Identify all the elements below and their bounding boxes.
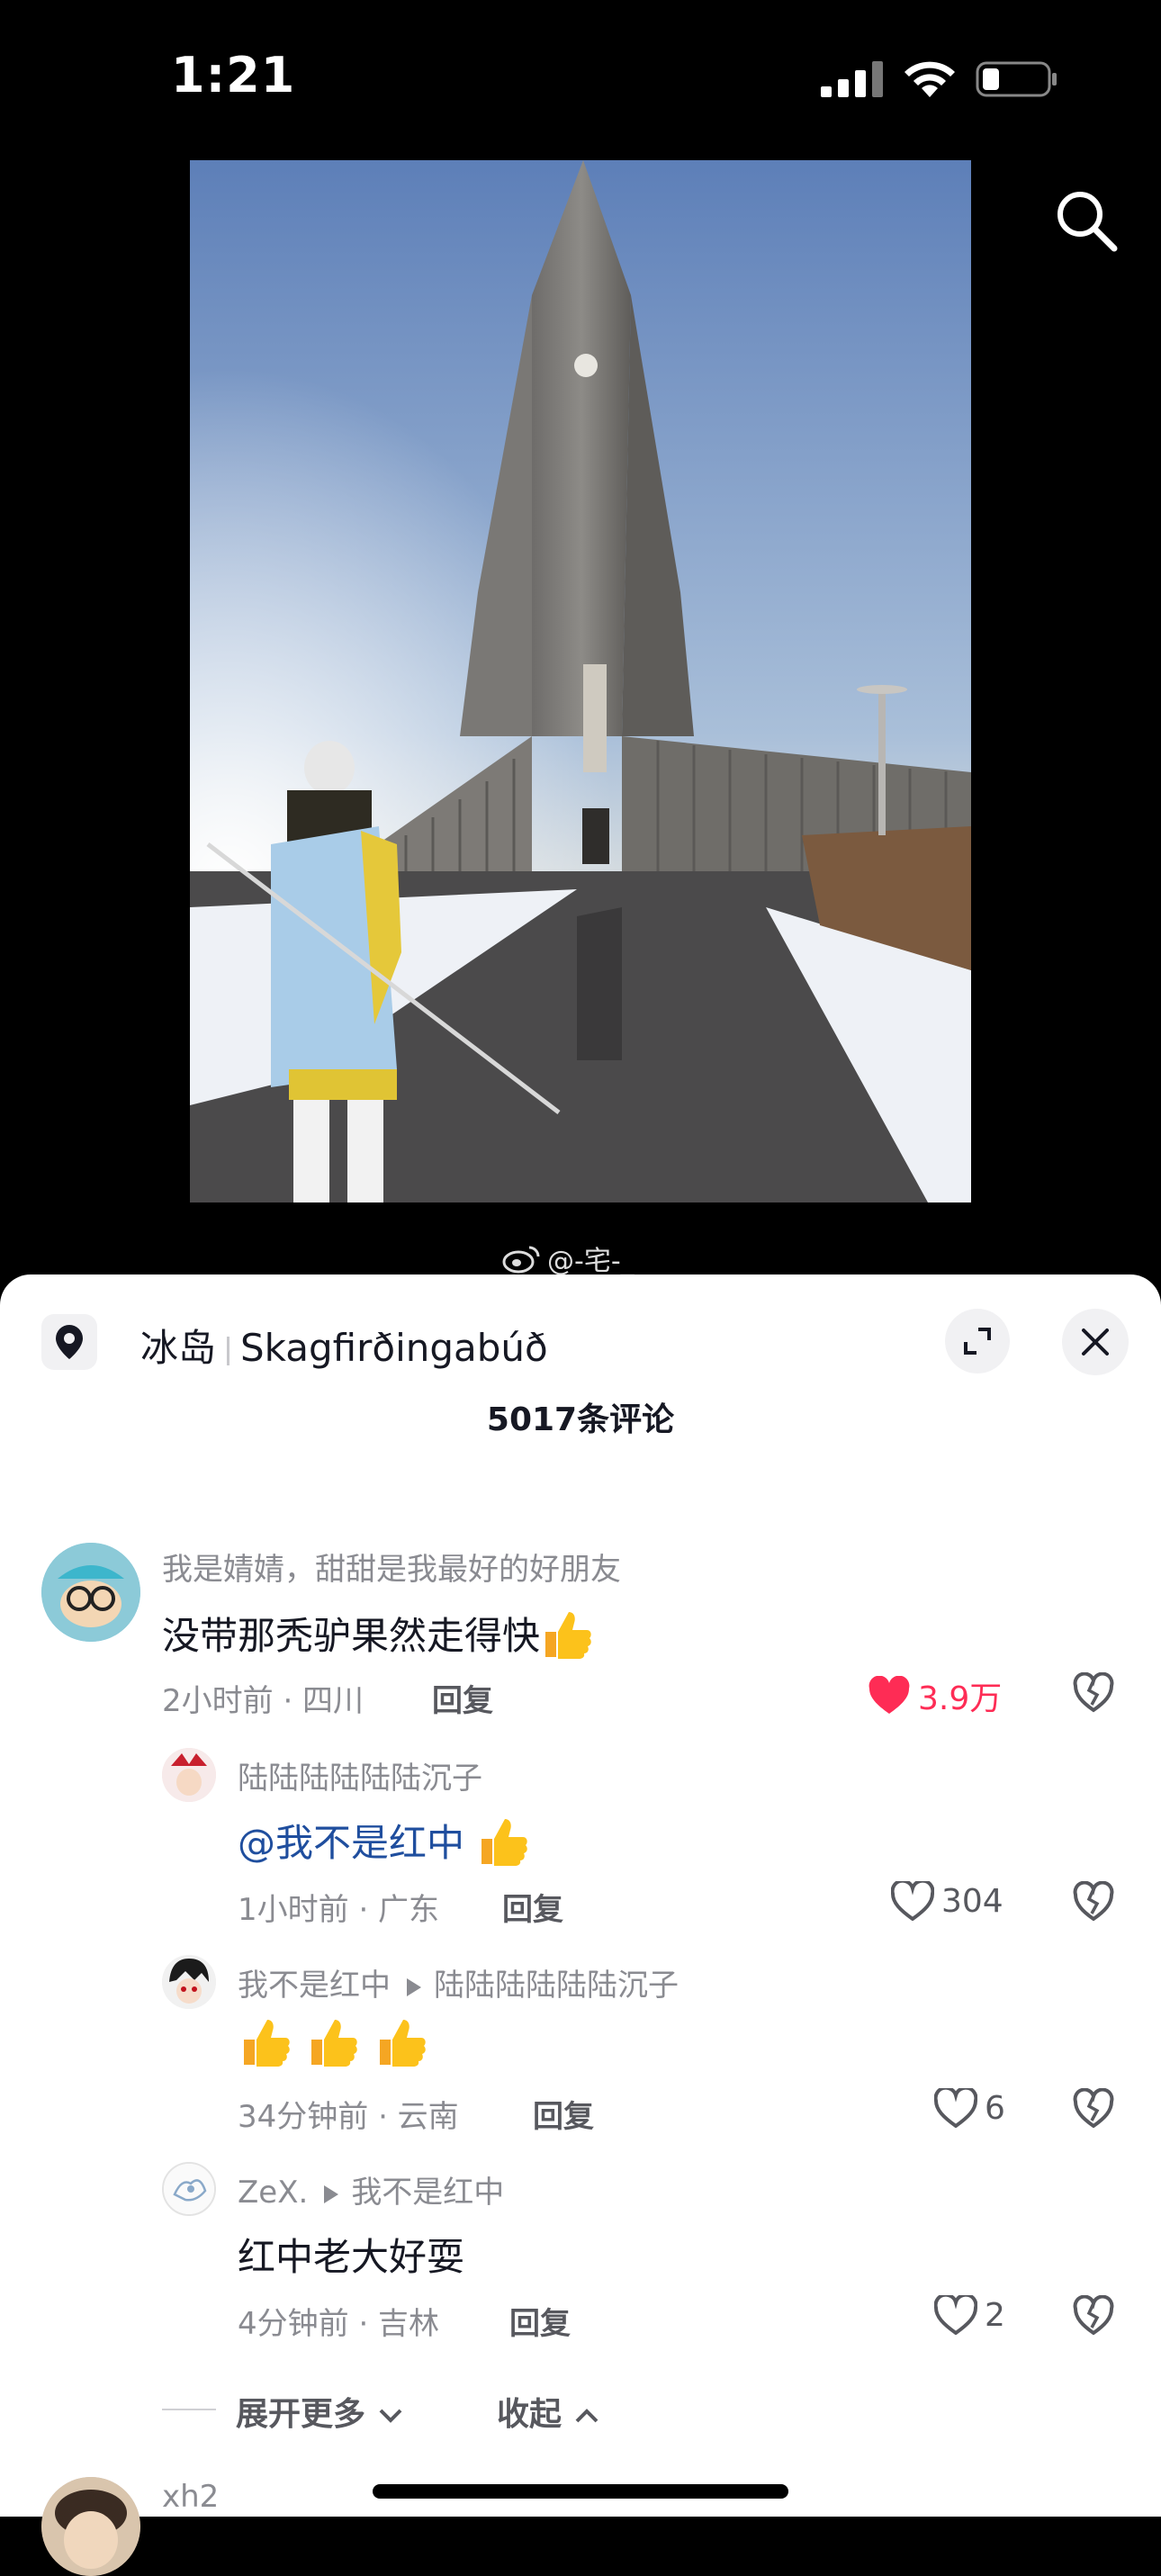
location-place: Skagfirðingabúð bbox=[240, 1326, 548, 1370]
reply-button[interactable]: 回复 bbox=[509, 2299, 571, 2343]
reply-author[interactable]: 我不是红中 bbox=[238, 1968, 391, 2004]
status-bar: 1:21 bbox=[0, 0, 1161, 153]
expand-more-label: 展开更多 bbox=[236, 2396, 366, 2433]
thumbs-up-emoji bbox=[540, 1608, 594, 1670]
broken-heart-icon[interactable] bbox=[1073, 2295, 1114, 2337]
collapse-label: 收起 bbox=[497, 2396, 562, 2433]
avatar[interactable] bbox=[41, 1543, 140, 1642]
reply-arrow-icon bbox=[407, 1977, 421, 1996]
comment-meta: 1小时前 · 广东 bbox=[238, 1892, 440, 1928]
expand-more-button[interactable]: 展开更多 bbox=[236, 2388, 404, 2435]
comment-text: @我不是红中 bbox=[238, 1813, 530, 1877]
weibo-watermark: @-宅-_ bbox=[502, 1238, 634, 1278]
comment-text-content: 没带那秃驴果然走得快 bbox=[162, 1614, 541, 1658]
mention-link[interactable]: @我不是红中 bbox=[238, 1821, 464, 1865]
comment-meta: 34分钟前 · 云南 bbox=[238, 2099, 459, 2135]
comment-meta: 4分钟前 · 吉林 bbox=[238, 2306, 440, 2342]
heart-icon bbox=[934, 2088, 977, 2128]
comment-meta: 2小时前 · 四川 bbox=[162, 1683, 364, 1719]
like-button[interactable]: 304 bbox=[891, 1881, 1004, 1921]
heart-filled-icon bbox=[868, 1676, 910, 1714]
wifi-icon bbox=[904, 61, 955, 97]
comment-text bbox=[238, 2016, 429, 2077]
like-count: 2 bbox=[985, 2296, 1005, 2334]
expand-button[interactable] bbox=[945, 1309, 1010, 1374]
thumbs-up-emoji bbox=[476, 1815, 530, 1877]
avatar[interactable] bbox=[162, 1955, 216, 2009]
comment-username[interactable]: xh2 bbox=[162, 2479, 219, 2515]
reply-target[interactable]: 陆陆陆陆陆陆沉子 bbox=[434, 1968, 679, 2004]
heart-icon bbox=[891, 1881, 934, 1921]
post-photo[interactable] bbox=[190, 160, 971, 1202]
like-button[interactable]: 6 bbox=[934, 2088, 1005, 2128]
reply-username[interactable]: 陆陆陆陆陆陆沉子 bbox=[238, 1753, 482, 1797]
thumbs-up-emoji bbox=[238, 2016, 293, 2077]
reply-target[interactable]: 我不是红中 bbox=[351, 2175, 504, 2211]
reply-button[interactable]: 回复 bbox=[533, 2092, 594, 2136]
collapse-button[interactable]: 收起 bbox=[497, 2388, 600, 2435]
location-text[interactable]: 冰岛 Skagfirðingabúð bbox=[140, 1318, 548, 1373]
watermark-text: @-宅-_ bbox=[547, 1246, 634, 1277]
reply-button[interactable]: 回复 bbox=[432, 1676, 493, 1720]
reply-author[interactable]: ZeX. bbox=[238, 2175, 308, 2211]
reply-username[interactable]: 我不是红中 陆陆陆陆陆陆沉子 bbox=[238, 1960, 679, 2004]
broken-heart-icon[interactable] bbox=[1073, 1881, 1114, 1923]
comment-username[interactable]: 我是婧婧，甜甜是我最好的好朋友 bbox=[162, 1545, 621, 1589]
reply-button[interactable]: 回复 bbox=[502, 1885, 563, 1929]
divider-line bbox=[162, 2409, 216, 2410]
comment-text: 没带那秃驴果然走得快 bbox=[162, 1606, 594, 1670]
reply-username[interactable]: ZeX. 我不是红中 bbox=[238, 2167, 504, 2211]
like-button[interactable]: 3.9万 bbox=[868, 1672, 1002, 1719]
church-photo-illustration bbox=[190, 160, 971, 1202]
expand-icon bbox=[964, 1328, 991, 1355]
like-button[interactable]: 2 bbox=[934, 2295, 1005, 2335]
battery-icon bbox=[976, 61, 1057, 97]
close-button[interactable] bbox=[1062, 1309, 1129, 1375]
cellular-signal-icon bbox=[821, 61, 883, 97]
location-divider bbox=[227, 1336, 230, 1365]
close-icon bbox=[1082, 1329, 1109, 1356]
thumbs-up-emoji bbox=[374, 2016, 429, 2077]
broken-heart-icon[interactable] bbox=[1073, 1672, 1114, 1714]
chevron-down-icon bbox=[379, 2409, 401, 2423]
thumbs-up-emoji bbox=[305, 2016, 361, 2077]
comment-text: 红中老大好耍 bbox=[238, 2235, 465, 2279]
location-bar[interactable]: 冰岛 Skagfirðingabúð bbox=[0, 1274, 1161, 1410]
like-count: 304 bbox=[941, 1882, 1004, 1920]
avatar[interactable] bbox=[162, 1748, 216, 1802]
search-icon[interactable] bbox=[1053, 187, 1120, 254]
heart-icon bbox=[934, 2295, 977, 2335]
like-count: 3.9万 bbox=[918, 1680, 1003, 1717]
status-time: 1:21 bbox=[171, 47, 296, 104]
avatar[interactable] bbox=[162, 2162, 216, 2216]
weibo-logo-icon bbox=[502, 1246, 540, 1274]
location-pin-icon bbox=[41, 1314, 97, 1370]
reply-arrow-icon bbox=[324, 2184, 339, 2203]
avatar[interactable] bbox=[41, 2477, 140, 2576]
broken-heart-icon[interactable] bbox=[1073, 2088, 1114, 2130]
location-region: 冰岛 bbox=[140, 1326, 217, 1370]
chevron-up-icon bbox=[575, 2409, 598, 2423]
home-indicator[interactable] bbox=[373, 2484, 788, 2499]
like-count: 6 bbox=[985, 2089, 1005, 2127]
comment-count-title: 5017条评论 bbox=[486, 1401, 675, 1438]
